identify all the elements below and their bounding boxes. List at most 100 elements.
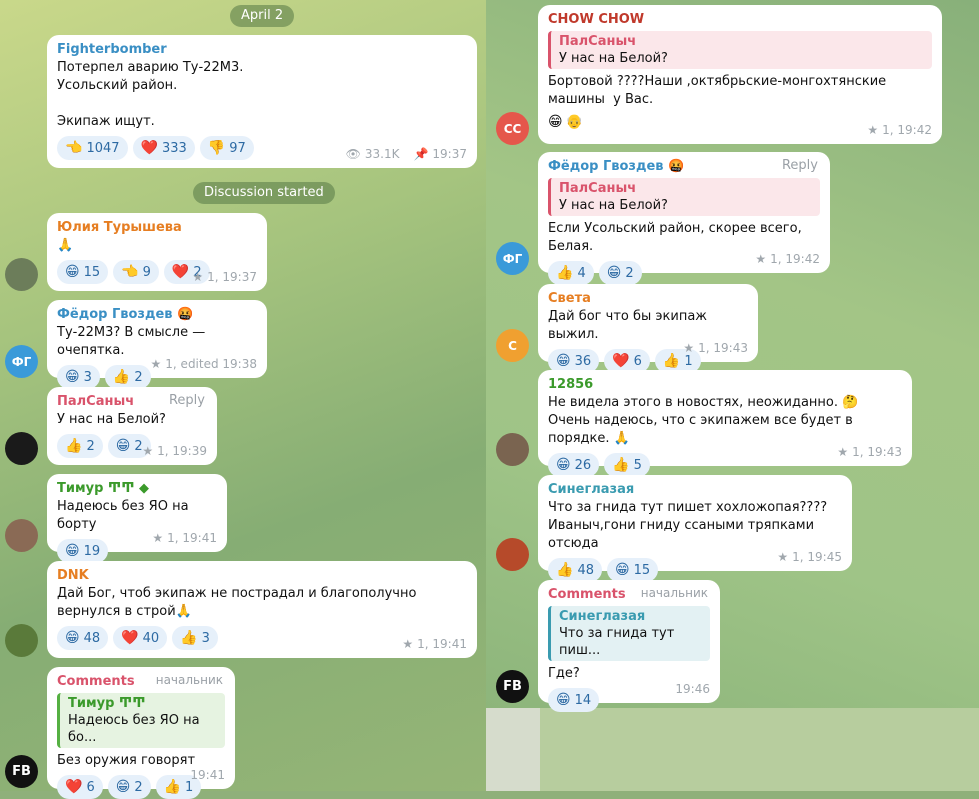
eye-icon: 👁	[345, 147, 361, 161]
reaction-chip[interactable]: 👍 2	[57, 434, 103, 458]
comment-text: Что за гнида тут пишет хохложопая???? Ив…	[548, 500, 828, 551]
reaction-count: 15	[83, 264, 101, 280]
avatar[interactable]: CC	[496, 112, 529, 145]
reaction-chip[interactable]: 👍 5	[604, 453, 650, 477]
channel-post[interactable]: Fighterbomber Потерпел аварию Ту-22М3. У…	[47, 35, 477, 168]
star-icon: ★	[755, 252, 767, 266]
grin-emoji: 😁	[115, 438, 131, 454]
reaction-chip[interactable]: 👎 97	[199, 136, 254, 160]
comment-text: Бортовой ????Наши ,октябрьские-монгохтян…	[548, 74, 891, 107]
comment[interactable]: 12856 Не видела этого в новостях, неожид…	[538, 370, 912, 477]
quoted-message[interactable]: Тимур ͲͲ Надеюсь без ЯО на бо...	[57, 693, 225, 748]
avatar[interactable]: ФГ	[5, 345, 38, 378]
heart-emoji: ❤️	[140, 140, 158, 156]
grin-emoji: 😁	[65, 630, 80, 646]
comment-time: 1, 19:37	[207, 270, 257, 284]
reaction-chip[interactable]: 👈 1047	[57, 136, 128, 160]
comment[interactable]: Фёдор Гвоздев 🤬 Reply ПалСаныч У нас на …	[538, 152, 830, 285]
comment[interactable]: Юлия Турышева 🙏 😁 15 👈 9 ❤️ 2 ★ 1, 19:37	[47, 213, 267, 291]
comment-author[interactable]: Тимур ͲͲ ◆	[57, 480, 217, 498]
reaction-count: 1	[684, 353, 693, 369]
avatar[interactable]	[5, 432, 38, 465]
reaction-count: 4	[577, 265, 586, 281]
comment-author[interactable]: CHOW CHOW	[548, 11, 932, 29]
reaction-chip[interactable]: ❤️ 6	[57, 775, 103, 799]
comment[interactable]: DNK Дай Бог, чтоб экипаж не пострадал и …	[47, 561, 477, 658]
quoted-message[interactable]: ПалСаныч У нас на Белой?	[548, 31, 932, 69]
reaction-chip[interactable]: 😁 2	[107, 775, 151, 799]
reaction-chip[interactable]: 😁 15	[57, 260, 109, 284]
comment[interactable]: Синеглазая Что за гнида тут пишет хохлож…	[538, 475, 852, 582]
reaction-chip[interactable]: 😁 2	[598, 261, 642, 285]
thumbs-up-emoji: 👍	[65, 438, 83, 454]
comment-time: 1, 19:45	[792, 550, 842, 564]
reaction-chip[interactable]: 👍 3	[172, 626, 218, 650]
heart-emoji: ❤️	[612, 353, 630, 369]
reaction-count: 5	[633, 457, 642, 473]
reply-button[interactable]: Reply	[169, 393, 205, 408]
comment-author[interactable]: Фёдор Гвоздев 🤬	[57, 306, 257, 324]
comment-author[interactable]: 12856	[548, 376, 902, 394]
grin-emoji: 😁	[606, 265, 622, 281]
view-count: 33.1K	[364, 147, 400, 161]
avatar[interactable]: ФГ	[496, 242, 529, 275]
admin-rank: начальник	[640, 586, 708, 600]
comment-author[interactable]: DNK	[57, 567, 467, 585]
reaction-chip[interactable]: 👍 4	[548, 261, 594, 285]
reaction-chip[interactable]: 😁 26	[548, 453, 600, 477]
comment[interactable]: Света Дай бог что бы экипаж выжил. 😁 36 ❤…	[538, 284, 758, 373]
post-author[interactable]: Fighterbomber	[57, 41, 467, 59]
quoted-message[interactable]: ПалСаныч У нас на Белой?	[548, 178, 820, 216]
reaction-count: 15	[633, 562, 651, 578]
comment-meta: ★ 1, 19:45	[777, 550, 842, 564]
quoted-message[interactable]: Синеглазая Что за гнида тут пиш...	[548, 606, 710, 661]
reaction-count: 2	[134, 779, 143, 795]
reaction-chip[interactable]: 👍 2	[104, 365, 151, 389]
avatar[interactable]	[5, 258, 38, 291]
reaction-chip[interactable]: 😁 19	[57, 539, 109, 563]
reaction-count: 48	[83, 630, 101, 646]
reaction-chip[interactable]: 😁 14	[548, 688, 600, 712]
reaction-count: 19	[83, 543, 101, 559]
reaction-count: 36	[574, 353, 592, 369]
comment[interactable]: Тимур ͲͲ ◆ Надеюсь без ЯО на борту 😁 19 ★…	[47, 474, 227, 563]
comment[interactable]: ПалСаныч Reply У нас на Белой? 👍 2 😁 2 ★ 1,…	[47, 387, 217, 465]
comment[interactable]: Фёдор Гвоздев 🤬 Ту-22М3? В смысле — очеп…	[47, 300, 267, 389]
comment-time: 1, 19:43	[698, 341, 748, 355]
comment-meta: ★ 1, 19:43	[683, 341, 748, 355]
comment-author[interactable]: Синеглазая	[548, 481, 842, 499]
post-meta: 👁 33.1K 📌 19:37	[346, 147, 467, 161]
thumbs-up-emoji: 👍	[556, 562, 574, 578]
avatar[interactable]	[5, 624, 38, 657]
comment-meta: 19:41	[190, 768, 225, 782]
reaction-chip[interactable]: 😁 48	[57, 626, 109, 650]
comment-time: 19:46	[675, 682, 710, 696]
avatar[interactable]: FB	[5, 755, 38, 788]
comment-author[interactable]: Света	[548, 290, 748, 308]
reaction-chip[interactable]: 👍 48	[548, 558, 602, 582]
comment-author[interactable]: Фёдор Гвоздев 🤬	[548, 158, 820, 176]
avatar[interactable]	[496, 433, 529, 466]
reaction-chip[interactable]: 😁 3	[57, 365, 100, 389]
reaction-chip[interactable]: ❤️ 40	[113, 626, 168, 650]
avatar[interactable]	[496, 538, 529, 571]
avatar[interactable]	[5, 519, 38, 552]
comment-meta: ★ 1, 19:41	[152, 531, 217, 545]
comment[interactable]: Comments начальник Синеглазая Что за гни…	[538, 580, 720, 712]
star-icon: ★	[777, 550, 789, 564]
grin-emoji: 😁	[556, 692, 571, 708]
avatar[interactable]: С	[496, 329, 529, 362]
grin-emoji[interactable]: 😁	[548, 114, 563, 130]
comment[interactable]: CHOW CHOW ПалСаныч У нас на Белой? Борто…	[538, 5, 942, 144]
avatar[interactable]: FB	[496, 670, 529, 703]
comment[interactable]: Comments начальник Тимур ͲͲ Надеюсь без …	[47, 667, 235, 799]
reaction-chip[interactable]: 👈 9	[113, 260, 159, 284]
discussion-chip: Discussion started	[193, 182, 335, 204]
reaction-count: 2	[86, 438, 95, 454]
reaction-chip[interactable]: 😁 15	[606, 558, 659, 582]
user-avatar-emoji[interactable]: 👴	[566, 114, 583, 130]
reaction-chip[interactable]: ❤️ 333	[132, 136, 195, 160]
comment-author[interactable]: Юлия Турышева	[57, 219, 257, 237]
point-left-emoji: 👈	[121, 264, 139, 280]
reply-button[interactable]: Reply	[782, 158, 818, 173]
